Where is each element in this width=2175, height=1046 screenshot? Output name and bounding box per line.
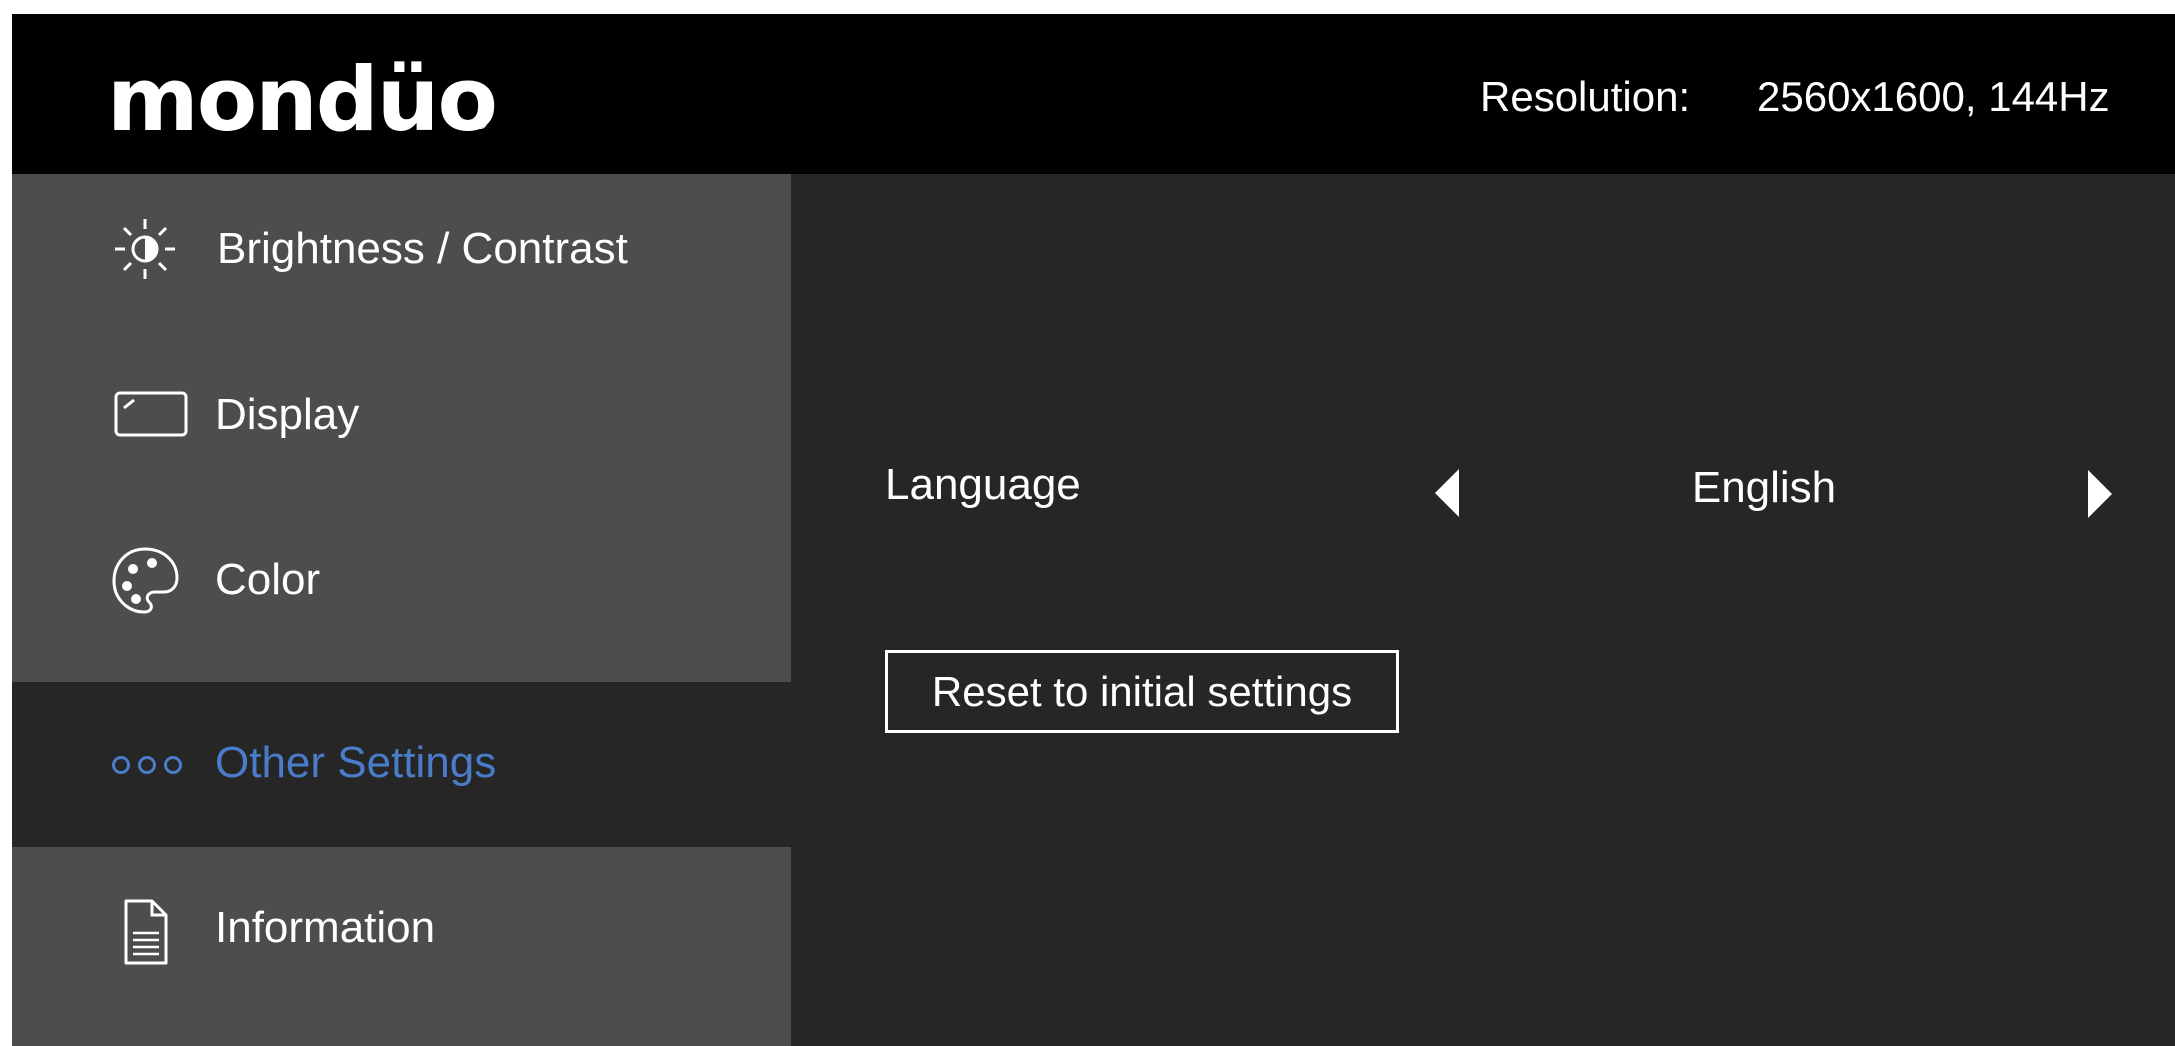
registered-mark: ®	[474, 113, 488, 133]
arrow-left-icon[interactable]	[1427, 463, 1467, 523]
resolution-value: 2560x1600, 144Hz	[1757, 73, 2110, 120]
arrow-right-icon[interactable]	[2080, 464, 2120, 524]
more-dots-icon	[112, 756, 182, 774]
language-value: English	[1691, 463, 1837, 512]
settings-panel: Language English Reset to initial settin…	[791, 174, 2175, 1046]
resolution-label: Resolution:	[1480, 73, 1691, 120]
brightness-icon	[115, 219, 175, 279]
header-bar: mondüo ® Resolution: 2560x1600, 144Hz	[12, 14, 2175, 174]
sidebar-item-label: Color	[215, 555, 321, 604]
sidebar-menu: Brightness / Contrast Display Color Othe…	[12, 174, 791, 1046]
sidebar-item-brightness-contrast[interactable]: Brightness / Contrast	[12, 174, 791, 339]
sidebar-item-other-settings[interactable]: Other Settings	[12, 682, 791, 847]
monitor-osd-window: mondüo ® Resolution: 2560x1600, 144Hz Br…	[12, 14, 2175, 1046]
sidebar-item-label: Display	[215, 390, 360, 439]
sidebar-item-label: Brightness / Contrast	[217, 224, 628, 273]
sidebar-item-label: Information	[215, 903, 436, 952]
reset-settings-button[interactable]: Reset to initial settings	[885, 650, 1399, 733]
brand-logo: mondüo	[107, 48, 498, 151]
sidebar-item-information[interactable]: Information	[12, 847, 791, 1012]
language-label: Language	[885, 460, 1081, 509]
sidebar-item-color[interactable]: Color	[12, 506, 791, 671]
sidebar-item-display[interactable]: Display	[12, 341, 791, 506]
display-icon	[114, 391, 188, 437]
document-icon	[124, 899, 168, 965]
palette-icon	[112, 547, 179, 614]
sidebar-item-label: Other Settings	[215, 738, 497, 787]
